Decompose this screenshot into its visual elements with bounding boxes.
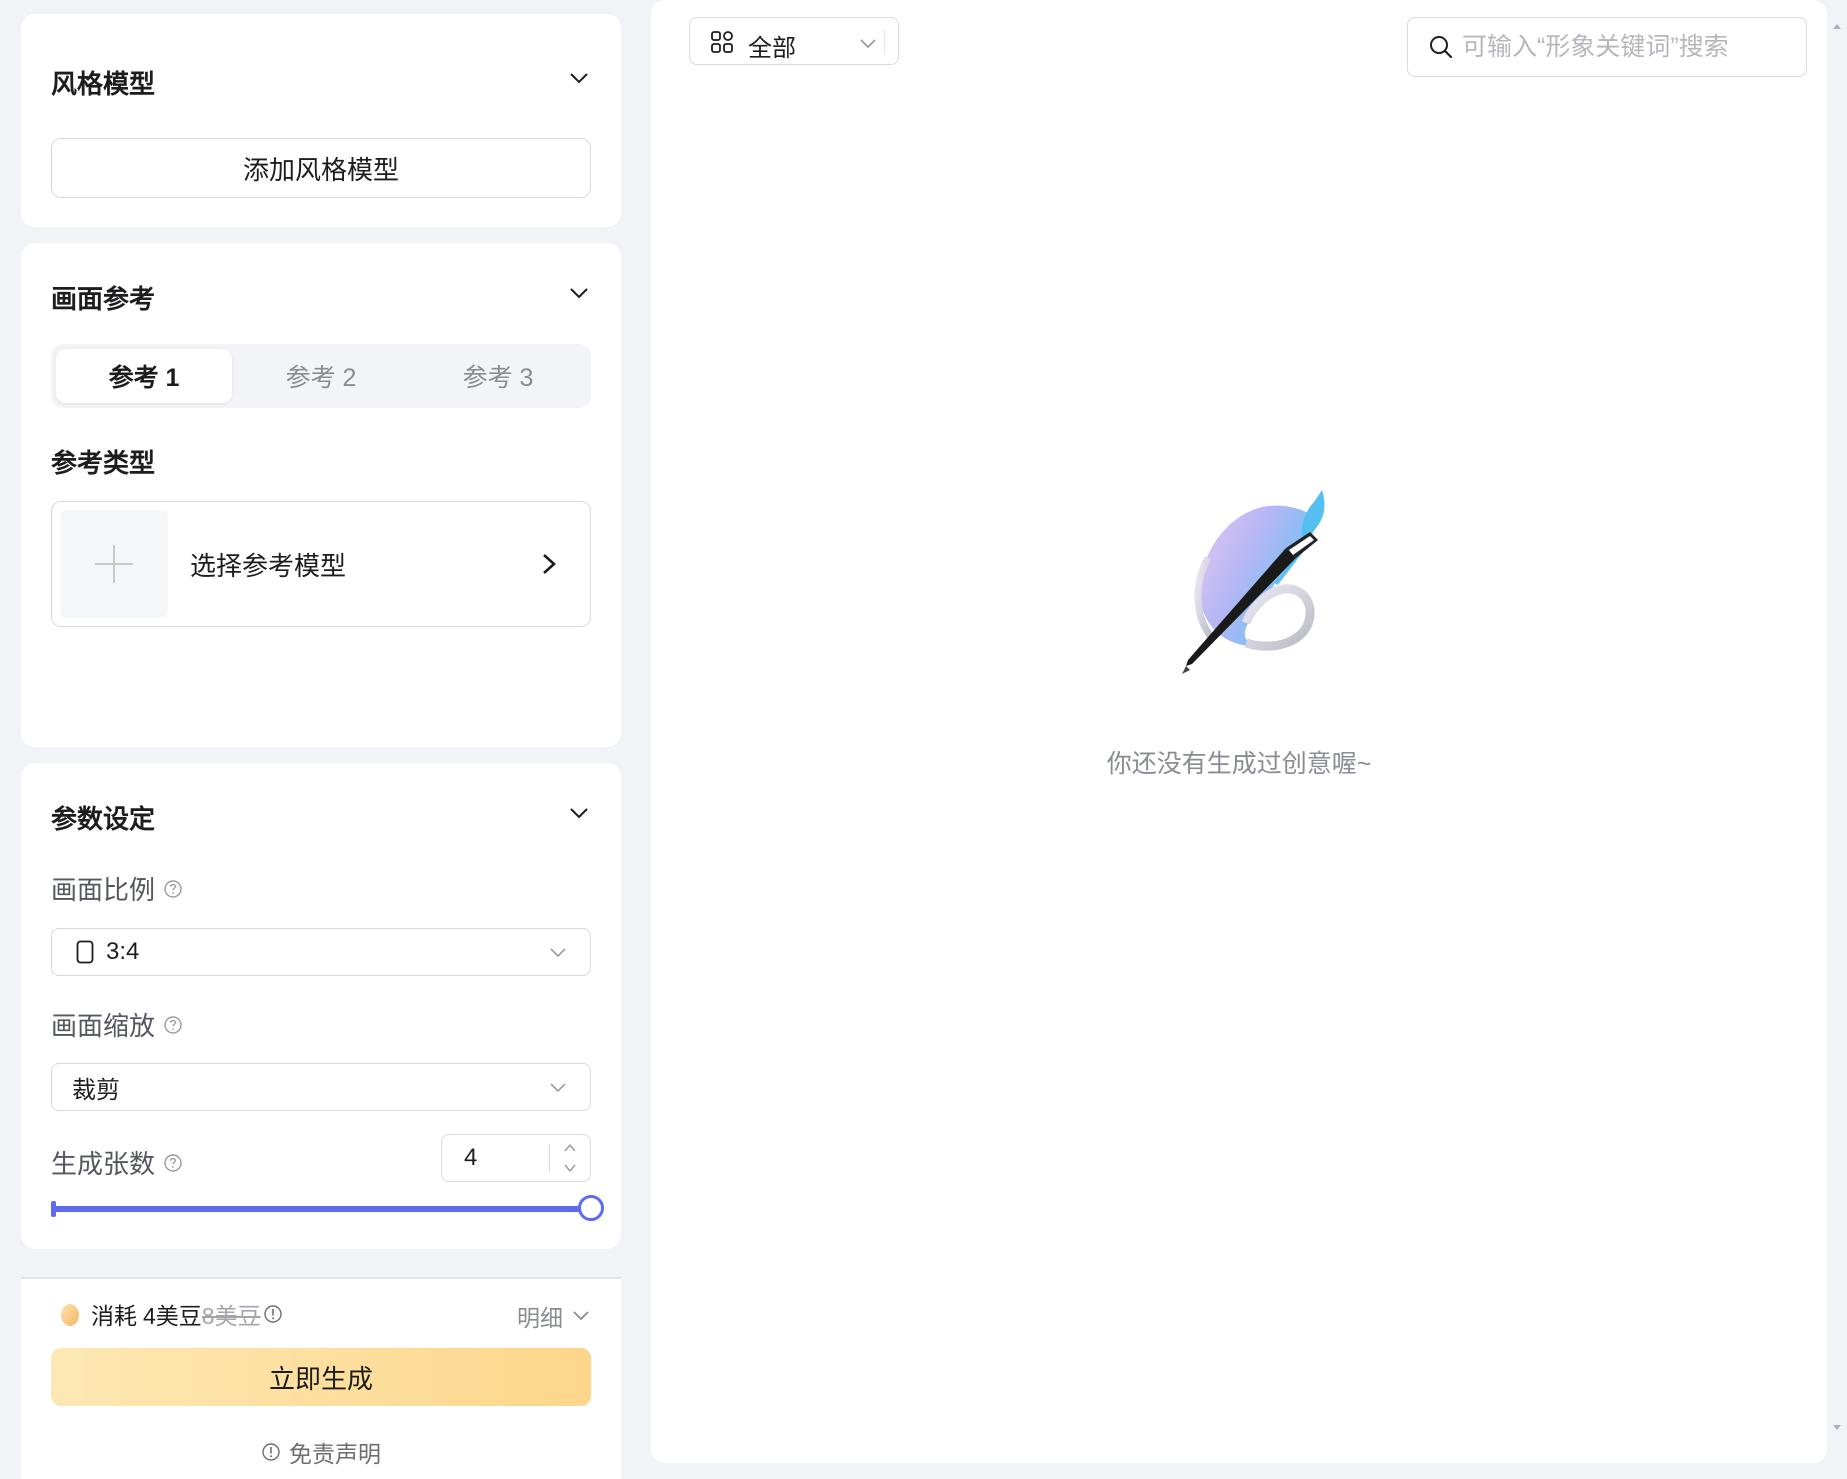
scale-label: 画面缩放 <box>51 1011 156 1041</box>
ratio-help-icon[interactable] <box>163 879 183 899</box>
generate-footer: 消耗 4美豆 8美豆 明细 立即生成 免责声明 <box>21 1277 621 1479</box>
reference-thumbnail <box>60 510 168 618</box>
scale-value: 裁剪 <box>72 1076 120 1104</box>
stepper-up-icon[interactable] <box>562 1141 578 1155</box>
ratio-select[interactable]: 3:4 <box>51 928 591 976</box>
scale-help-icon[interactable] <box>163 1015 183 1035</box>
scroll-up-icon[interactable] <box>1832 22 1842 30</box>
cost-original: 8美豆 <box>201 1303 261 1329</box>
select-reference-model-button[interactable]: 选择参考模型 <box>51 501 591 627</box>
tab-reference-1[interactable]: 参考 1 <box>56 349 232 403</box>
category-filter-select[interactable]: 全部 <box>689 17 899 65</box>
count-slider-fill <box>53 1206 591 1212</box>
chevron-down-icon <box>860 39 876 49</box>
tab-reference-3[interactable]: 参考 3 <box>410 349 586 403</box>
cost-current: 4美豆 <box>143 1303 202 1329</box>
bean-icon <box>61 1304 79 1326</box>
count-slider[interactable] <box>51 1195 604 1221</box>
count-label-row: 生成张数 <box>51 1144 183 1181</box>
style-model-card: 风格模型 添加风格模型 <box>21 14 621 227</box>
count-value: 4 <box>464 1144 478 1171</box>
params-collapse-icon[interactable] <box>567 801 591 825</box>
search-box <box>1407 17 1807 77</box>
tab-reference-2[interactable]: 参考 2 <box>233 349 409 403</box>
chevron-right-icon <box>543 554 556 574</box>
style-model-title: 风格模型 <box>51 69 156 99</box>
count-number-input[interactable]: 4 <box>441 1134 591 1182</box>
scale-label-row: 画面缩放 <box>51 1006 183 1043</box>
scroll-down-icon[interactable] <box>1832 1424 1842 1432</box>
cost-row: 消耗 4美豆 8美豆 <box>59 1297 283 1331</box>
scale-select[interactable]: 裁剪 <box>51 1063 591 1111</box>
stepper-divider <box>549 1144 550 1172</box>
search-input[interactable] <box>1462 32 1792 62</box>
brush-illustration-icon <box>1182 490 1325 674</box>
filter-divider <box>884 30 885 54</box>
chevron-down-icon <box>550 1083 566 1093</box>
cost-label: 消耗 <box>91 1303 137 1329</box>
params-card: 参数设定 画面比例 3:4 画面缩放 裁剪 生成张数 4 <box>21 763 621 1249</box>
cost-detail-label: 明细 <box>517 1305 563 1331</box>
disclaimer-link[interactable]: 免责声明 <box>21 1435 621 1469</box>
empty-state-text: 你还没有生成过创意喔~ <box>1106 750 1372 778</box>
count-help-icon[interactable] <box>163 1153 183 1173</box>
count-label: 生成张数 <box>51 1149 156 1179</box>
reference-collapse-icon[interactable] <box>567 281 591 305</box>
cost-detail-toggle[interactable]: 明细 <box>517 1299 591 1333</box>
ratio-label-row: 画面比例 <box>51 870 183 907</box>
ratio-value: 3:4 <box>106 938 140 965</box>
category-filter-value: 全部 <box>748 35 796 62</box>
params-title: 参数设定 <box>51 804 156 834</box>
search-icon <box>1430 36 1453 59</box>
plus-icon <box>95 545 133 583</box>
disclaimer-label: 免责声明 <box>289 1441 381 1467</box>
chevron-down-icon <box>550 948 566 958</box>
count-slider-start <box>51 1201 56 1217</box>
footer-divider <box>21 1277 621 1279</box>
page-scrollbar[interactable] <box>1827 0 1847 1479</box>
reference-title: 画面参考 <box>51 284 156 314</box>
add-style-model-button[interactable]: 添加风格模型 <box>51 138 591 198</box>
reference-card: 画面参考 参考 1 参考 2 参考 3 参考类型 选择参考模型 <box>21 243 621 747</box>
ratio-label: 画面比例 <box>51 875 156 905</box>
info-icon <box>262 1443 280 1461</box>
grid-icon <box>711 31 733 53</box>
portrait-ratio-icon <box>76 940 94 964</box>
stepper-down-icon[interactable] <box>562 1161 578 1175</box>
generate-now-button[interactable]: 立即生成 <box>51 1348 591 1406</box>
reference-tabs: 参考 1 参考 2 参考 3 <box>51 344 591 408</box>
select-reference-model-label: 选择参考模型 <box>190 551 347 581</box>
reference-type-title: 参考类型 <box>51 448 156 478</box>
style-model-collapse-icon[interactable] <box>567 66 591 90</box>
results-panel: 全部 可输入“形象关键词”搜索 你还没有生成过创意喔~ <box>651 0 1827 1463</box>
count-slider-thumb[interactable] <box>578 1195 604 1221</box>
cost-info-icon[interactable] <box>263 1304 283 1324</box>
chevron-down-icon <box>573 1311 589 1321</box>
app-root: 风格模型 添加风格模型 画面参考 参考 1 参考 2 参考 3 参考类型 选择参… <box>0 0 1847 1479</box>
